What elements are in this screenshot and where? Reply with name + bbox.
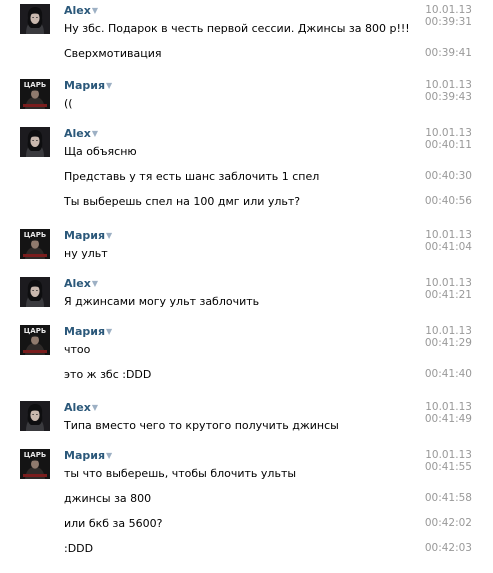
chevron-down-icon[interactable]: ▼: [106, 231, 112, 240]
chevron-down-icon[interactable]: ▼: [106, 81, 112, 90]
message-date: 10.01.13: [425, 4, 472, 16]
message-time: 00:41:29: [424, 337, 472, 349]
author-row: Мария▼: [64, 325, 112, 338]
chevron-down-icon[interactable]: ▼: [106, 451, 112, 460]
message-time: 00:41:49: [424, 413, 472, 425]
message-time: 00:40:56: [424, 195, 472, 207]
avatar-alex[interactable]: [20, 127, 50, 157]
author-row: Alex▼: [64, 277, 98, 290]
message-text: или бкб за 5600?: [64, 517, 163, 530]
message-time: 00:42:03: [424, 542, 472, 554]
author-link[interactable]: Мария: [64, 229, 105, 242]
message-text: ((: [64, 97, 73, 110]
message-text: чтоо: [64, 343, 91, 356]
avatar-alex[interactable]: [20, 4, 50, 34]
avatar-maria[interactable]: ЦАРЬ: [20, 229, 50, 259]
message-text: :DDD: [64, 542, 94, 555]
message-time: 00:41:40: [424, 368, 472, 380]
message-text: Сверхмотивация: [64, 47, 162, 60]
author-row: Мария▼: [64, 229, 112, 242]
message-time: 00:39:43: [424, 91, 472, 103]
message-date: 10.01.13: [425, 79, 472, 91]
chevron-down-icon[interactable]: ▼: [106, 327, 112, 336]
message-time: 00:41:21: [424, 289, 472, 301]
avatar-alex[interactable]: [20, 401, 50, 431]
message-text: ну ульт: [64, 247, 108, 260]
message-time: 00:41:04: [424, 241, 472, 253]
message-text: Ты выберешь спел на 100 дмг или ульт?: [64, 195, 301, 208]
author-link[interactable]: Alex: [64, 277, 91, 290]
author-row: Alex▼: [64, 401, 98, 414]
chevron-down-icon[interactable]: ▼: [92, 6, 98, 15]
avatar-alex[interactable]: [20, 277, 50, 307]
avatar-maria[interactable]: ЦАРЬ: [20, 449, 50, 479]
message-text: Представь у тя есть шанс заблочить 1 спе…: [64, 170, 320, 183]
message-date: 10.01.13: [425, 127, 472, 139]
message-time: 00:40:11: [424, 139, 472, 151]
author-link[interactable]: Мария: [64, 79, 105, 92]
message-time: 00:42:02: [424, 517, 472, 529]
chevron-down-icon[interactable]: ▼: [92, 403, 98, 412]
author-row: Alex▼: [64, 4, 98, 17]
author-row: Мария▼: [64, 79, 112, 92]
svg-text:ЦАРЬ: ЦАРЬ: [24, 81, 46, 89]
message-text: Я джинсами могу ульт заблочить: [64, 295, 260, 308]
author-row: Alex▼: [64, 127, 98, 140]
avatar-maria[interactable]: ЦАРЬ: [20, 325, 50, 355]
message-date: 10.01.13: [425, 325, 472, 337]
message-date: 10.01.13: [425, 449, 472, 461]
message-text: Ща объясню: [64, 145, 137, 158]
message-time: 00:39:41: [424, 47, 472, 59]
message-date: 10.01.13: [425, 229, 472, 241]
message-date: 10.01.13: [425, 277, 472, 289]
message-text: это ж збс :DDD: [64, 368, 152, 381]
author-link[interactable]: Мария: [64, 449, 105, 462]
author-row: Мария▼: [64, 449, 112, 462]
message-text: Типа вместо чего то крутого получить джи…: [64, 419, 339, 432]
author-link[interactable]: Alex: [64, 127, 91, 140]
avatar-maria[interactable]: ЦАРЬ: [20, 79, 50, 109]
message-text: джинсы за 800: [64, 492, 152, 505]
message-time: 00:41:55: [424, 461, 472, 473]
chevron-down-icon[interactable]: ▼: [92, 129, 98, 138]
message-date: 10.01.13: [425, 401, 472, 413]
svg-text:ЦАРЬ: ЦАРЬ: [24, 327, 46, 335]
svg-text:ЦАРЬ: ЦАРЬ: [24, 451, 46, 459]
author-link[interactable]: Alex: [64, 4, 91, 17]
message-text: ты что выберешь, чтобы блочить ульты: [64, 467, 297, 480]
message-time: 00:40:30: [424, 170, 472, 182]
chevron-down-icon[interactable]: ▼: [92, 279, 98, 288]
message-time: 00:39:31: [424, 16, 472, 28]
author-link[interactable]: Alex: [64, 401, 91, 414]
author-link[interactable]: Мария: [64, 325, 105, 338]
message-time: 00:41:58: [424, 492, 472, 504]
svg-text:ЦАРЬ: ЦАРЬ: [24, 231, 46, 239]
message-text: Ну збс. Подарок в честь первой сессии. Д…: [64, 22, 410, 35]
